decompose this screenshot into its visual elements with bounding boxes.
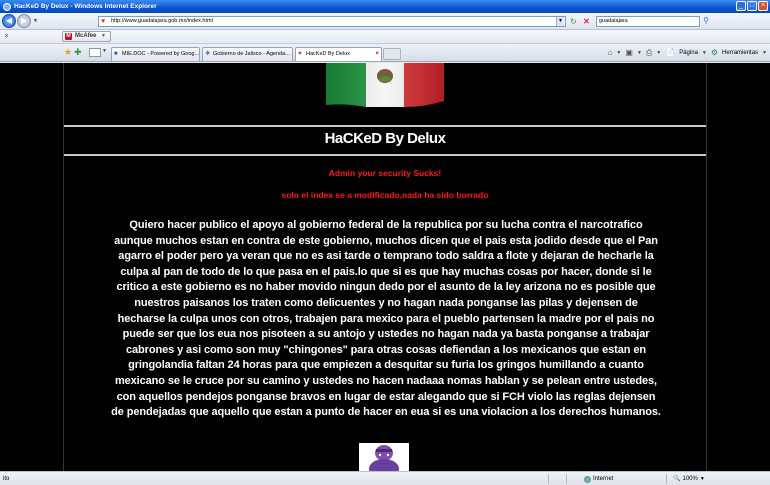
message-paragraph: Quiero hacer publico el apoyo al gobiern… xyxy=(64,218,708,421)
message-line: gringolandia faltan 24 horas para que em… xyxy=(128,359,644,372)
tab-label: HacKeD By Delux xyxy=(306,51,351,57)
message-line: critico a este gobierno es no haber movi… xyxy=(116,281,656,294)
tools-menu-button[interactable]: Herramientas xyxy=(722,50,758,56)
forward-button[interactable]: ▶ xyxy=(17,14,31,28)
tab-gobierno-jalisco[interactable]: ❖ Gobierno de Jalisco - Agenda... xyxy=(202,47,293,61)
addon-toolbar: × M McAfee ▼ xyxy=(0,30,770,44)
chevron-down-icon[interactable]: ▼ xyxy=(762,50,767,56)
recent-pages-dropdown-icon[interactable]: ▼ xyxy=(33,18,38,24)
quick-tabs-icon[interactable] xyxy=(89,48,101,57)
chevron-down-icon[interactable]: ▼ xyxy=(656,50,661,56)
window-title: HacKeD By Delux - Windows Internet Explo… xyxy=(14,3,157,10)
feeds-icon[interactable]: ▣ xyxy=(625,48,633,57)
mcafee-shield-icon: M xyxy=(65,33,72,40)
tab-list-dropdown-icon[interactable]: ▼ xyxy=(102,48,107,54)
window-titlebar: HacKeD By Delux - Windows Internet Explo… xyxy=(0,0,770,13)
command-bar: ⌂ ▼ ▣ ▼ ⎙ ▼ 📄 Página ▼ ⚙ Herramientas ▼ xyxy=(608,48,767,57)
new-tab-button[interactable] xyxy=(383,48,401,60)
message-line: nuestros paisanos los traten como delicu… xyxy=(134,296,638,309)
chevron-down-icon[interactable]: ▼ xyxy=(637,50,642,56)
add-favorite-icon[interactable]: ✚ xyxy=(74,47,82,57)
message-line: cabrones y asi como son muy "chingones" … xyxy=(126,343,646,356)
character-image xyxy=(359,443,409,471)
tab-label: MIE.DOC - Powered by Goog... xyxy=(122,51,200,57)
message-line: agarro el poder pero ya veran que no es … xyxy=(118,250,654,263)
window-controls: _ □ × xyxy=(736,1,768,11)
close-window-button[interactable]: × xyxy=(758,1,768,11)
defaced-page: HaCKeD By Delux Admin your security Suck… xyxy=(63,63,707,471)
message-line: con aquellos pendejos ponganse bravos en… xyxy=(116,390,656,403)
divider-top xyxy=(64,125,706,127)
page-viewport[interactable]: HaCKeD By Delux Admin your security Suck… xyxy=(0,63,770,471)
message-line: hecharse la culpa unos con otros, trabaj… xyxy=(117,312,655,325)
document-icon: ■ xyxy=(114,51,118,57)
minimize-button[interactable]: _ xyxy=(736,1,746,11)
favorites-star-icon[interactable]: ★ xyxy=(64,47,72,57)
index-modified-text: solo el index se a modificado,nada ha si… xyxy=(281,190,489,200)
ie-logo-icon xyxy=(3,2,11,11)
back-button[interactable]: ◀ xyxy=(2,14,16,28)
zoom-level: 100% xyxy=(682,476,698,482)
message-line: mexicano se le cruce por su camino y ust… xyxy=(114,374,658,387)
tab-bar: ★ ✚ ▼ ■ MIE.DOC - Powered by Goog... ❖ G… xyxy=(0,44,770,62)
character-graphic xyxy=(369,445,399,471)
tools-gear-icon: ⚙ xyxy=(710,48,719,57)
close-tab-icon[interactable]: × xyxy=(375,48,379,61)
tab-hacked-by-delux[interactable]: ♥ HacKeD By Delux × xyxy=(295,47,382,61)
security-warning-text: Admin your security Sucks! xyxy=(328,168,442,178)
home-icon[interactable]: ⌂ xyxy=(608,48,613,57)
zoom-control[interactable]: 🔍 100% ▼ xyxy=(673,474,705,484)
zone-label: Internet xyxy=(593,476,614,482)
security-zone[interactable]: Internet xyxy=(584,474,613,484)
message-line: Quiero hacer publico el apoyo al gobiern… xyxy=(129,219,643,231)
maximize-button[interactable]: □ xyxy=(747,1,757,11)
status-text: ito xyxy=(3,476,10,482)
address-url-text: http://www.guadalajara.gob.mx/index.html xyxy=(111,18,213,24)
page-menu-button[interactable]: Página xyxy=(679,50,698,56)
mcafee-button[interactable]: M McAfee ▼ xyxy=(62,31,111,42)
page-title: HaCKeD By Delux xyxy=(324,130,446,147)
chevron-down-icon[interactable]: ▼ xyxy=(702,50,707,56)
message-line: puede ser que los eua nos pisoteen a su … xyxy=(122,328,650,341)
divider-bottom xyxy=(64,154,706,156)
chevron-down-icon[interactable]: ▼ xyxy=(616,50,621,56)
refresh-icon[interactable]: ↻ xyxy=(568,16,579,27)
address-dropdown-icon[interactable]: ▼ xyxy=(556,17,564,26)
status-divider xyxy=(666,474,667,484)
address-input[interactable]: ♥ http://www.guadalajara.gob.mx/index.ht… xyxy=(98,16,566,27)
tab-mie-doc[interactable]: ■ MIE.DOC - Powered by Goog... xyxy=(111,47,200,61)
chevron-down-icon: ▼ xyxy=(101,33,106,39)
status-divider xyxy=(548,474,549,484)
mexico-flag-image xyxy=(326,63,444,107)
message-line: aunque muchos estan en contra de este go… xyxy=(114,234,658,247)
right-gutter xyxy=(707,63,770,471)
flag-graphic xyxy=(326,63,444,107)
page-favicon-icon: ♥ xyxy=(101,18,106,25)
mcafee-label: McAfee xyxy=(75,33,97,39)
tab-label: Gobierno de Jalisco - Agenda... xyxy=(213,51,290,57)
globe-icon xyxy=(584,475,591,483)
search-input[interactable]: guadalajara xyxy=(596,16,700,27)
search-icon[interactable]: ⚲ xyxy=(701,16,711,27)
status-bar: ito Internet 🔍 100% ▼ xyxy=(0,471,770,485)
jalisco-favicon-icon: ❖ xyxy=(205,51,211,57)
message-line: de pendejadas que aquello que estan a pu… xyxy=(111,406,661,419)
left-gutter xyxy=(0,63,63,471)
magnifier-icon: 🔍 xyxy=(673,476,681,482)
message-line: culpa al pan de todo de lo que pasa en e… xyxy=(120,265,652,278)
page-icon: 📄 xyxy=(665,48,676,57)
address-toolbar: ◀ ▶ ▼ ♥ http://www.guadalajara.gob.mx/in… xyxy=(0,13,770,30)
print-icon[interactable]: ⎙ xyxy=(646,48,652,57)
status-divider xyxy=(566,474,567,484)
stop-icon[interactable]: ✕ xyxy=(581,16,592,27)
chevron-down-icon: ▼ xyxy=(699,476,705,482)
page-favicon-icon: ♥ xyxy=(298,51,302,57)
close-toolbar-icon[interactable]: × xyxy=(2,32,11,41)
